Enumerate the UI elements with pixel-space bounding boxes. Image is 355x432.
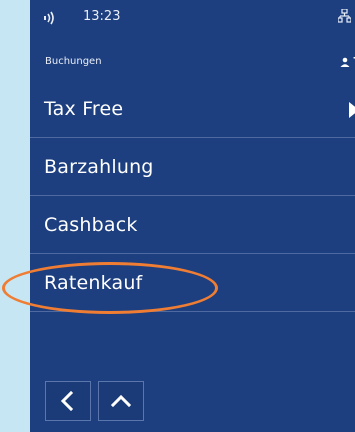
menu-item-cashback[interactable]: Cashback	[30, 196, 355, 254]
breadcrumb: Buchungen	[45, 56, 102, 67]
chevron-right-icon	[349, 102, 355, 118]
back-button[interactable]	[45, 381, 91, 421]
scroll-up-button[interactable]	[98, 381, 144, 421]
terminal-screen: 13:23 Buchungen T Tax Free Barzahlung	[30, 0, 355, 432]
user-indicator: T	[340, 55, 355, 68]
menu-list: Tax Free Barzahlung Cashback Ratenkauf	[30, 80, 355, 312]
menu-item-tax-free[interactable]: Tax Free	[30, 80, 355, 138]
chevron-left-icon	[60, 390, 74, 412]
chevron-up-icon	[110, 394, 132, 408]
status-time: 13:23	[83, 9, 121, 24]
menu-item-ratenkauf[interactable]: Ratenkauf	[30, 254, 355, 312]
menu-item-label: Tax Free	[44, 97, 124, 120]
menu-item-label: Barzahlung	[44, 155, 154, 178]
menu-item-label: Cashback	[44, 213, 138, 236]
user-icon	[340, 57, 350, 67]
nfc-icon	[44, 11, 54, 25]
network-icon	[338, 9, 351, 23]
menu-item-barzahlung[interactable]: Barzahlung	[30, 138, 355, 196]
status-bar: 13:23	[30, 0, 355, 36]
menu-item-label: Ratenkauf	[44, 271, 143, 294]
